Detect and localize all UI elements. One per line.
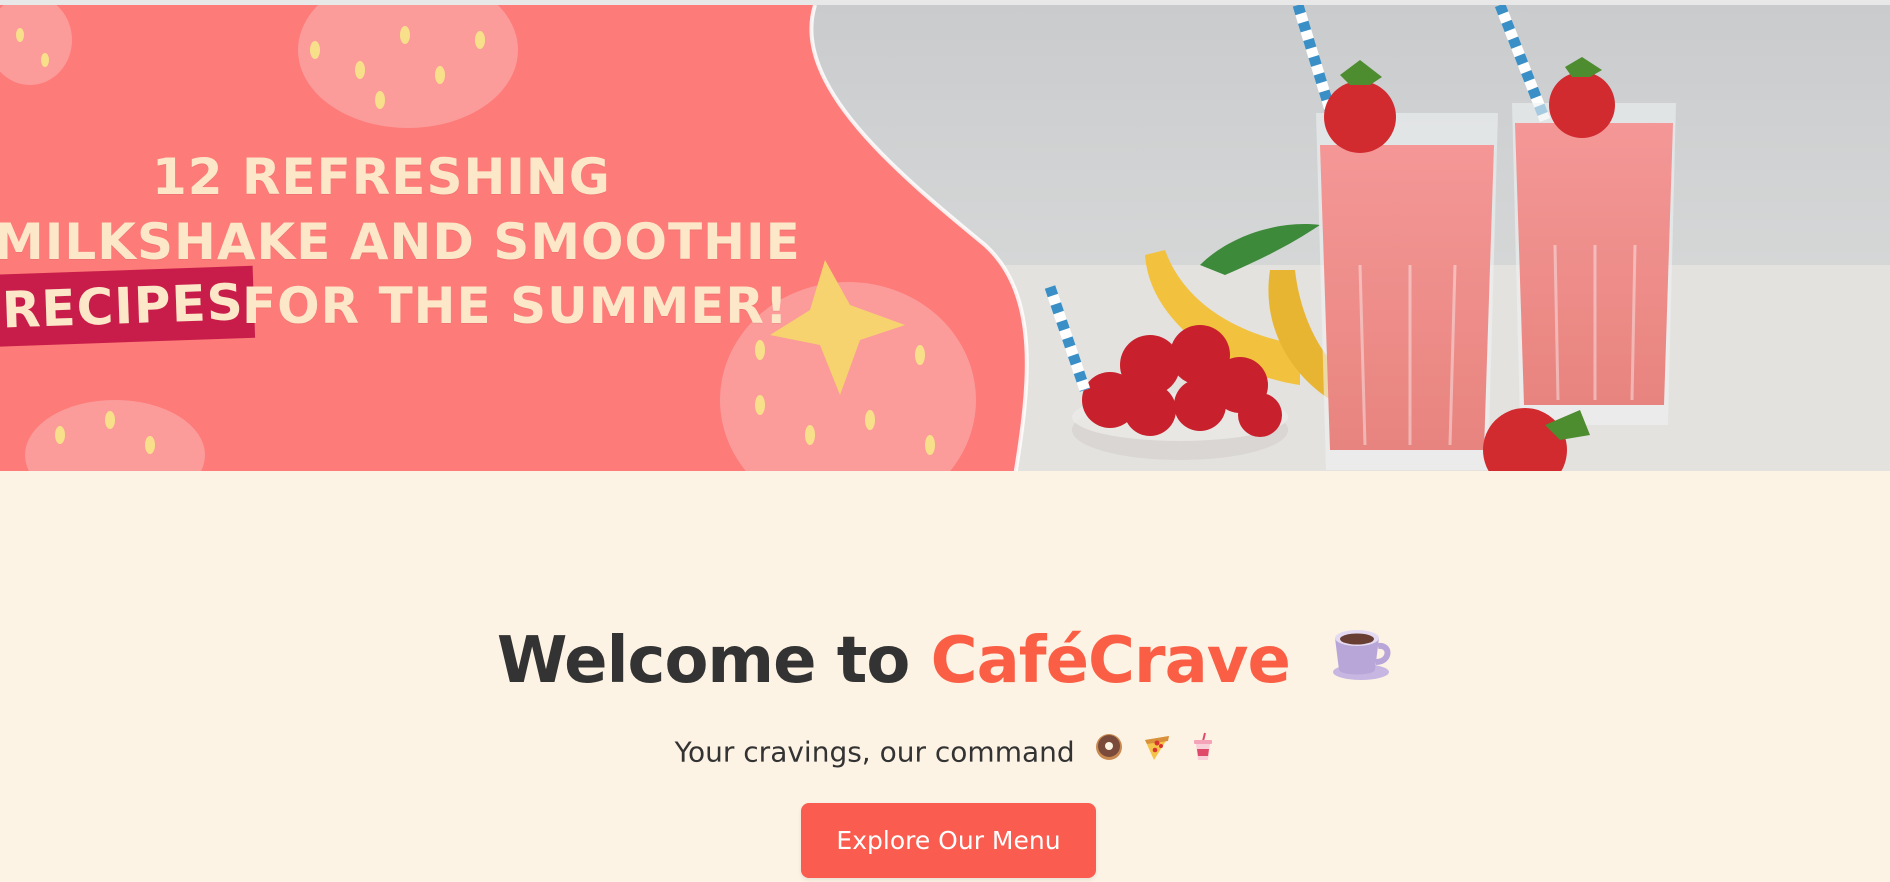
coffee-cup-icon	[1329, 620, 1393, 700]
banner-highlight: RECIPES	[0, 265, 255, 347]
banner-line-3: FOR THE SUMMER!	[242, 277, 789, 335]
pizza-icon	[1142, 732, 1172, 769]
banner-line-2: MILKSHAKE AND SMOOTHIE	[0, 213, 801, 271]
banner-headline: 12 REFRESHING MILKSHAKE AND SMOOTHIE REC…	[0, 5, 1890, 471]
donut-icon	[1094, 732, 1124, 769]
hero-title: Welcome to CaféCrave	[0, 624, 1890, 704]
brand-name: CaféCrave	[930, 624, 1291, 698]
hero-title-prefix: Welcome to	[496, 624, 910, 698]
promo-banner: 12 REFRESHING MILKSHAKE AND SMOOTHIE REC…	[0, 0, 1890, 471]
hero-subtitle-text: Your cravings, our command	[674, 735, 1075, 769]
explore-menu-button[interactable]: Explore Our Menu	[801, 803, 1096, 878]
hero-section: Welcome to CaféCrave Your cravings, our …	[0, 471, 1890, 882]
drink-cup-icon	[1191, 732, 1215, 769]
banner-line-1: 12 REFRESHING	[152, 148, 611, 206]
hero-subtitle: Your cravings, our command	[0, 732, 1890, 772]
